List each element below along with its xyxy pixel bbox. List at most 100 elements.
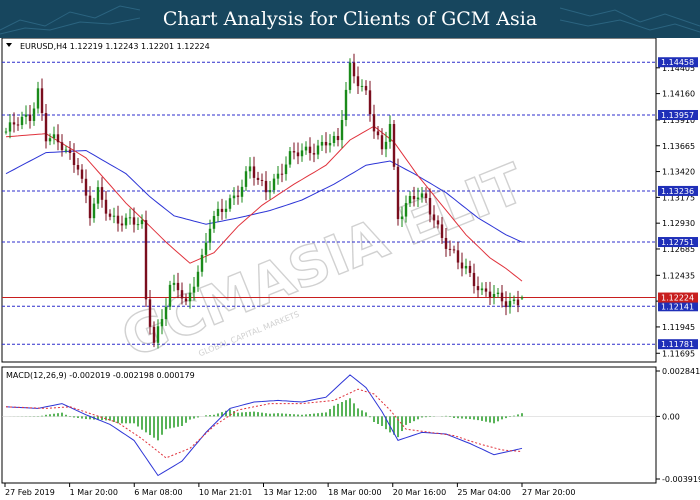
candle-bull [348, 62, 352, 90]
trading-chart: GCMASIA ELIT GLOBAL CAPITAL MARKETS 1.14… [1, 38, 700, 497]
candle-bull [8, 122, 12, 132]
candle-bear [152, 326, 156, 343]
candle-bear [448, 248, 452, 250]
candle-bear [72, 152, 76, 165]
candle-bull [340, 119, 344, 141]
candle-bear [308, 146, 312, 154]
candle-bear [252, 166, 256, 178]
candle-bear [104, 199, 108, 214]
price-tick-label: 1.11695 [662, 349, 695, 358]
candle-bear [444, 237, 448, 249]
candle-bull [4, 131, 8, 133]
candle-bear [76, 164, 80, 170]
candle-bear [280, 173, 284, 175]
candle-bear [220, 208, 224, 212]
candle-bear [352, 62, 356, 77]
candle-bull [112, 215, 116, 217]
price-panel-header: EURUSD,H4 1.12219 1.12243 1.12201 1.1222… [20, 42, 210, 51]
candle-bull [204, 242, 208, 255]
candle-bear [476, 286, 480, 291]
candle-bear [236, 195, 240, 197]
candle-bull [164, 306, 168, 320]
candle-bull [140, 220, 144, 225]
candle-bull [416, 197, 420, 200]
candle-bull [240, 186, 244, 197]
candle-bear [184, 298, 188, 302]
candle-bear [148, 299, 152, 327]
candle-bull [24, 114, 28, 117]
time-tick-label: 18 Mar 00:00 [328, 488, 381, 497]
candle-bull [512, 299, 516, 301]
candle-bear [84, 178, 88, 196]
candle-bull [404, 203, 408, 217]
panel-menu-icon[interactable] [6, 43, 12, 47]
time-tick-label: 1 Mar 20:00 [70, 488, 118, 497]
candle-bull [48, 138, 52, 142]
candle-bear [120, 223, 124, 226]
candle-bull [388, 124, 392, 142]
candle-bear [116, 215, 120, 224]
candle-bear [68, 149, 72, 153]
candle-bear [312, 153, 316, 155]
candle-bear [56, 134, 60, 143]
candle-bear [456, 250, 460, 263]
candle-bear [60, 142, 64, 151]
banner-decoration-right-icon [560, 7, 700, 33]
candle-bear [88, 195, 92, 219]
candle-bull [92, 203, 96, 219]
candle-bull [400, 216, 404, 220]
banner-decoration-left-icon [0, 5, 140, 35]
candle-bear [336, 135, 340, 141]
macd-tick-label: -0.003919 [662, 475, 700, 484]
candle-bull [288, 151, 292, 165]
time-tick-label: 6 Mar 08:00 [134, 488, 182, 497]
candle-bear [432, 214, 436, 221]
candle-bull [52, 134, 56, 139]
candle-bull [408, 195, 412, 204]
candle-bull [384, 141, 388, 150]
candle-bear [80, 169, 84, 179]
candle-bear [180, 290, 184, 299]
candle-bull [32, 108, 36, 121]
candle-bear [260, 179, 264, 181]
level-label: 1.12751 [661, 238, 694, 247]
candle-bull [156, 326, 160, 343]
level-label: 1.14458 [661, 58, 694, 67]
price-panel [1, 38, 657, 363]
candle-bull [360, 85, 364, 87]
macd-tick-label: 0.00 [662, 412, 680, 421]
candle-bull [464, 265, 468, 269]
candle-bull [248, 166, 252, 172]
candle-bull [212, 215, 216, 229]
price-tick-label: 1.12435 [662, 271, 695, 280]
macd-signal-line [5, 388, 523, 459]
candle-bear [368, 90, 372, 115]
candle-bull [244, 171, 248, 187]
page-title: Chart Analysis for Clients of GCM Asia [162, 8, 538, 30]
candle-bear [40, 88, 44, 114]
candle-bear [108, 213, 112, 217]
macd-tick-label: 0.002841 [662, 367, 700, 376]
header-banner: Chart Analysis for Clients of GCM Asia [0, 0, 700, 38]
candle-bear [356, 76, 360, 87]
candle-bull [224, 208, 228, 212]
level-label: 1.13236 [661, 187, 694, 196]
candle-bear [460, 262, 464, 269]
candle-bear [396, 166, 400, 220]
candle-bull [480, 288, 484, 291]
time-tick-label: 13 Mar 12:00 [264, 488, 317, 497]
candle-bear [100, 187, 104, 200]
candle-bull [36, 88, 40, 109]
price-tick-label: 1.14160 [662, 90, 695, 99]
macd-main-line [5, 374, 523, 477]
price-tick-label: 1.13420 [662, 168, 695, 177]
candle-bear [292, 151, 296, 153]
candle-bear [176, 282, 180, 291]
current-price-label: 1.12224 [661, 294, 694, 303]
level-label: 1.11781 [661, 340, 694, 349]
candle-bull [332, 135, 336, 143]
candle-bear [472, 272, 476, 287]
candle-bear [484, 288, 488, 292]
candle-bull [300, 150, 304, 157]
candle-bull [492, 294, 496, 298]
